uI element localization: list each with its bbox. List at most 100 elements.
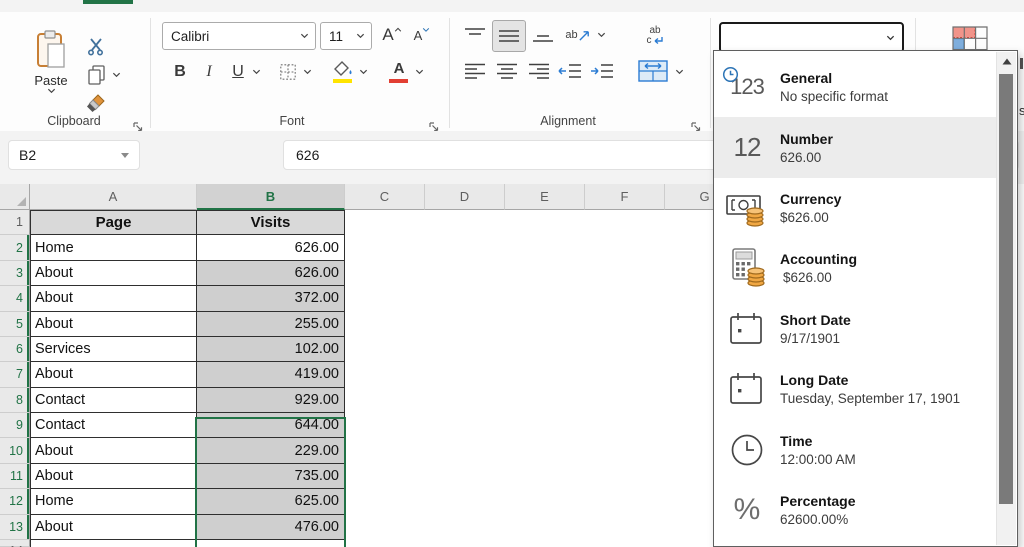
name-box[interactable]: B2 [8,140,140,170]
row-header-13[interactable]: 13 [0,514,30,540]
cell-A4[interactable]: About [30,286,197,312]
cell-B12[interactable]: 625.00 [197,489,345,515]
cell-A5[interactable]: About [30,311,197,337]
cell-A6[interactable]: Services [30,336,197,363]
cell-B1[interactable]: Visits [197,210,345,236]
align-right-button[interactable] [526,60,552,82]
cell-A12[interactable]: Home [30,489,197,515]
font-color-button[interactable]: A [386,56,412,86]
row-header-11[interactable]: 11 [0,463,30,490]
wrap-text-button[interactable]: ab c [638,22,672,50]
cell-A2[interactable]: Home [30,235,197,261]
borders-button[interactable] [276,60,300,84]
cell-A9[interactable]: Contact [30,413,197,439]
cut-button[interactable] [84,36,108,58]
cell-B11[interactable]: 735.00 [197,463,345,490]
cell-B10[interactable]: 229.00 [197,438,345,464]
scrollbar-thumb[interactable] [999,74,1013,504]
fill-color-dropdown-chevron[interactable] [357,67,369,77]
table-row: 8 Contact 929.00 [0,387,713,413]
format-painter-button[interactable] [84,92,108,116]
cell-A13[interactable]: About [30,514,197,540]
align-bottom-button[interactable] [530,24,556,46]
cell-A14[interactable] [30,539,197,547]
row-header-6[interactable]: 6 [0,336,30,363]
increase-indent-button[interactable] [588,60,616,82]
merge-dropdown-chevron[interactable] [673,67,685,77]
cell-A3[interactable]: About [30,260,197,287]
orientation-dropdown-chevron[interactable] [595,30,607,40]
align-center-button[interactable] [494,60,520,82]
align-middle-button[interactable] [492,20,526,52]
borders-dropdown-chevron[interactable] [301,67,313,77]
cell-B13[interactable]: 476.00 [197,514,345,540]
format-option-short-date[interactable]: Short Date 9/17/1901 [714,299,996,359]
shrink-font-button[interactable]: A [408,22,436,48]
row-header-8[interactable]: 8 [0,387,30,413]
select-all-button[interactable] [0,184,30,210]
format-option-currency[interactable]: Currency $626.00 [714,178,996,238]
decrease-indent-button[interactable] [556,60,584,82]
font-size-combobox[interactable]: 11 [320,22,372,50]
italic-button[interactable]: I [197,58,221,86]
font-color-dropdown-chevron[interactable] [413,67,425,77]
copy-button[interactable] [84,62,108,88]
fill-color-button[interactable] [330,56,356,86]
cell-A8[interactable]: Contact [30,387,197,413]
cell-B3[interactable]: 626.00 [197,260,345,287]
paste-dropdown-chevron[interactable] [47,88,56,94]
orientation-button[interactable]: ab [562,22,594,48]
cell-A10[interactable]: About [30,438,197,464]
paste-button[interactable]: Paste [24,30,78,122]
format-option-number[interactable]: 12 Number 626.00 [714,117,996,178]
name-box-dropdown-arrow[interactable] [121,152,129,158]
row-header-1[interactable]: 1 [0,210,30,236]
underline-dropdown-chevron[interactable] [250,67,262,77]
cell-A11[interactable]: About [30,463,197,490]
format-option-long-date[interactable]: Long Date Tuesday, September 17, 1901 [714,359,996,419]
cell-B8[interactable]: 929.00 [197,387,345,413]
format-option-percentage[interactable]: % Percentage 62600.00% [714,480,996,540]
row-header-3[interactable]: 3 [0,260,30,287]
row-header-12[interactable]: 12 [0,489,30,515]
scroll-up-button[interactable] [997,52,1016,70]
row-header-9[interactable]: 9 [0,413,30,439]
column-header-B[interactable]: B [197,184,345,210]
cell-A1[interactable]: Page [30,210,197,236]
cell-B4[interactable]: 372.00 [197,286,345,312]
align-left-button[interactable] [462,60,488,82]
percentage-format-icon: % [714,493,780,527]
column-header-D[interactable]: D [425,184,505,210]
row-header-2[interactable]: 2 [0,235,30,261]
row-header-14[interactable]: 14 [0,539,30,547]
bold-button[interactable]: B [168,58,192,86]
grow-font-button[interactable]: A [378,22,406,48]
cell-A7[interactable]: About [30,362,197,388]
copy-dropdown-chevron[interactable] [110,70,122,80]
dropdown-scrollbar[interactable] [996,52,1016,545]
row-header-5[interactable]: 5 [0,311,30,337]
cell-B2[interactable]: 626.00 [197,235,345,261]
column-header-E[interactable]: E [505,184,585,210]
cell-B9[interactable]: 644.00 [197,413,345,439]
align-top-button[interactable] [462,24,488,46]
row-header-10[interactable]: 10 [0,438,30,464]
cell-B6[interactable]: 102.00 [197,336,345,363]
row-header-4[interactable]: 4 [0,286,30,312]
format-option-title: Number [780,130,833,147]
cell-B14[interactable] [197,539,345,547]
column-header-C[interactable]: C [345,184,425,210]
font-name-combobox[interactable]: Calibri [162,22,316,50]
underline-button[interactable]: U [226,58,250,86]
column-header-A[interactable]: A [30,184,197,210]
number-format-combobox[interactable] [719,22,904,53]
column-header-F[interactable]: F [585,184,665,210]
cell-B7[interactable]: 419.00 [197,362,345,388]
format-option-accounting[interactable]: Accounting $626.00 [714,238,996,298]
cell-B5[interactable]: 255.00 [197,311,345,337]
format-option-general[interactable]: 123 General No specific format [714,57,996,117]
row-header-7[interactable]: 7 [0,362,30,388]
fill-color-swatch [333,79,352,83]
format-option-time[interactable]: Time 12:00:00 AM [714,419,996,479]
merge-center-button[interactable] [636,58,670,84]
